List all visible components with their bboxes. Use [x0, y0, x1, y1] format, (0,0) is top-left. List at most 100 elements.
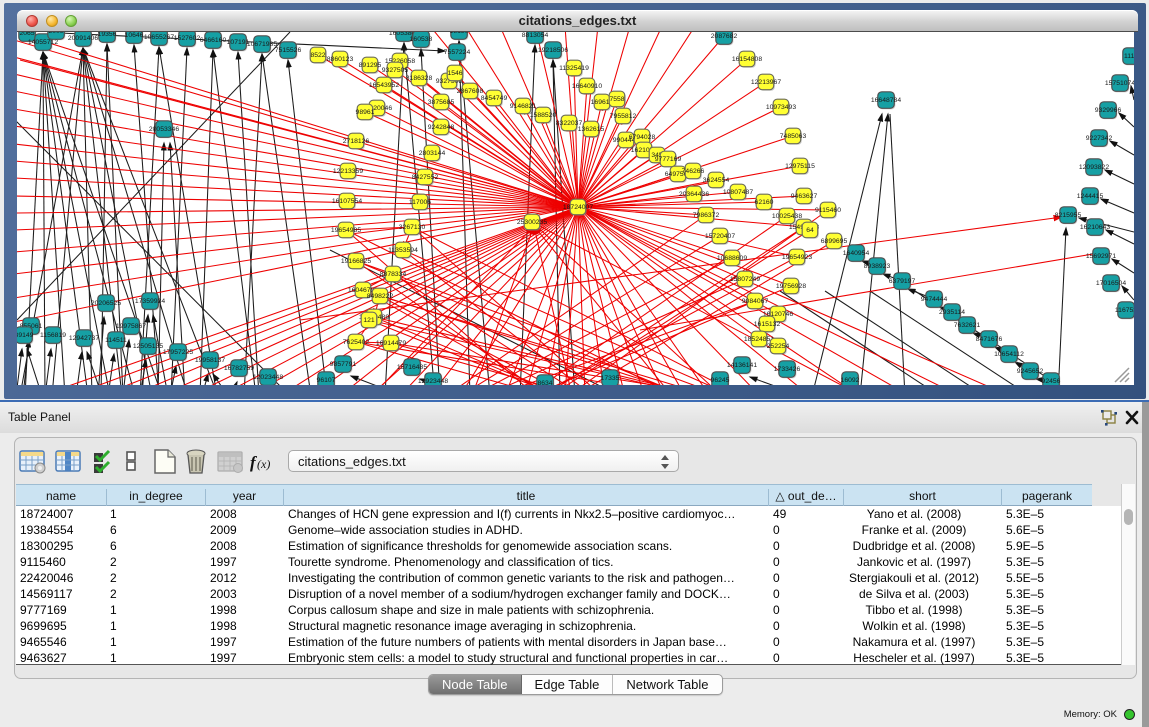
svg-text:10671985: 10671985: [247, 41, 277, 48]
svg-text:20091406: 20091406: [68, 35, 98, 42]
svg-text:20206525: 20206525: [91, 300, 121, 307]
svg-text:8938923: 8938923: [864, 263, 891, 270]
svg-text:18130: 18130: [450, 32, 469, 35]
svg-text:19958137: 19958137: [195, 357, 225, 364]
svg-text:19654923: 19654923: [782, 254, 812, 261]
svg-text:16648784: 16648784: [871, 97, 901, 104]
svg-text:8427552: 8427552: [412, 174, 439, 181]
svg-text:16782759: 16782759: [224, 365, 254, 372]
svg-text:62160: 62160: [755, 199, 774, 206]
svg-text:16914479: 16914479: [376, 340, 406, 347]
svg-text:2009: 2009: [48, 32, 63, 35]
svg-text:10025438: 10025438: [772, 213, 802, 220]
svg-text:3875685: 3875685: [428, 99, 455, 106]
svg-text:16543952: 16543952: [369, 82, 399, 89]
svg-text:19654985: 19654985: [331, 227, 361, 234]
svg-text:15720407: 15720407: [705, 233, 735, 240]
svg-text:1362615: 1362615: [578, 126, 605, 133]
svg-text:746266: 746266: [682, 168, 705, 175]
svg-text:1615132: 1615132: [754, 321, 781, 328]
svg-text:20364436: 20364436: [679, 191, 709, 198]
svg-text:15692971: 15692971: [1086, 253, 1116, 260]
svg-text:1733426: 1733426: [774, 366, 801, 373]
svg-text:9084067: 9084067: [742, 298, 769, 305]
svg-text:64: 64: [806, 227, 814, 234]
svg-text:7485063: 7485063: [780, 133, 807, 140]
svg-text:7986372: 7986372: [693, 212, 720, 219]
svg-text:(x): (x): [257, 457, 270, 471]
svg-text:891295: 891295: [359, 62, 382, 69]
svg-text:17359924: 17359924: [135, 298, 165, 305]
svg-text:15716485: 15716485: [397, 364, 427, 371]
svg-text:7558: 7558: [609, 96, 624, 103]
svg-text:7557224: 7557224: [444, 49, 471, 56]
svg-text:14136141: 14136141: [727, 362, 757, 369]
svg-text:1244415: 1244415: [1077, 193, 1104, 200]
svg-text:10807487: 10807487: [723, 189, 753, 196]
svg-text:9329966: 9329966: [1095, 107, 1122, 114]
svg-text:16107554: 16107554: [332, 198, 362, 205]
svg-text:11353594: 11353594: [388, 247, 418, 254]
svg-text:9227342: 9227342: [1086, 135, 1113, 142]
svg-text:12213359: 12213359: [333, 168, 363, 175]
svg-text:25300235: 25300235: [517, 219, 547, 226]
svg-text:10654112: 10654112: [994, 351, 1024, 358]
svg-text:19166825: 19166825: [341, 258, 371, 265]
svg-text:9327505: 9327505: [382, 67, 409, 74]
svg-text:12942737: 12942737: [69, 335, 99, 342]
svg-text:19218506: 19218506: [538, 47, 568, 54]
svg-text:9857791: 9857791: [330, 361, 357, 368]
svg-text:92456: 92456: [1042, 378, 1061, 385]
svg-text:1112: 1112: [1124, 53, 1134, 60]
svg-text:15807249: 15807249: [730, 276, 760, 283]
svg-text:121: 121: [363, 317, 375, 324]
svg-text:2867608: 2867608: [457, 88, 484, 95]
svg-text:6466160: 6466160: [200, 37, 227, 44]
svg-text:9115460: 9115460: [815, 207, 841, 214]
svg-text:9245652: 9245652: [1017, 368, 1044, 375]
svg-text:12093822: 12093822: [1079, 164, 1109, 171]
svg-text:2803144: 2803144: [419, 150, 446, 157]
svg-text:1588520: 1588520: [530, 112, 557, 119]
svg-text:17335: 17335: [601, 375, 620, 382]
svg-text:96245: 96245: [711, 377, 730, 384]
svg-text:10973493: 10973493: [766, 104, 796, 111]
svg-text:8878334: 8878334: [380, 271, 407, 278]
svg-text:8860123: 8860123: [327, 56, 354, 63]
svg-text:39149: 39149: [17, 332, 34, 339]
svg-text:7955812: 7955812: [610, 113, 637, 120]
svg-text:1156819: 1156819: [40, 332, 66, 339]
svg-text:1640954: 1640954: [843, 250, 870, 257]
svg-text:7632621: 7632621: [954, 322, 981, 329]
svg-text:12975115: 12975115: [785, 163, 815, 170]
svg-text:19756928: 19756928: [776, 283, 806, 290]
svg-text:8634: 8634: [537, 380, 552, 385]
svg-text:96107: 96107: [317, 377, 336, 384]
svg-text:17957225: 17957225: [163, 349, 193, 356]
svg-text:20053346: 20053346: [149, 126, 179, 133]
svg-text:9777169: 9777169: [655, 156, 682, 163]
svg-text:10646: 10646: [125, 32, 144, 39]
svg-text:10688609: 10688609: [717, 255, 747, 262]
svg-text:8186328: 8186328: [406, 75, 433, 82]
svg-text:2087682: 2087682: [711, 33, 738, 40]
svg-text:11325419: 11325419: [559, 65, 589, 72]
svg-text:18724007: 18724007: [563, 204, 593, 211]
svg-text:12023448: 12023448: [253, 374, 283, 381]
svg-text:16210643: 16210643: [1080, 224, 1110, 231]
svg-text:114511: 114511: [105, 337, 127, 344]
svg-text:12505135: 12505135: [133, 343, 163, 350]
svg-text:7515526: 7515526: [275, 47, 302, 54]
svg-text:9463627: 9463627: [791, 193, 818, 200]
svg-text:16154808: 16154808: [732, 56, 762, 63]
svg-text:117006: 117006: [409, 199, 431, 206]
svg-text:3624554: 3624554: [703, 177, 730, 184]
svg-text:116753: 116753: [1115, 307, 1134, 314]
svg-text:19975867: 19975867: [116, 323, 146, 330]
svg-text:9146821: 9146821: [510, 103, 537, 110]
svg-text:9474444: 9474444: [921, 296, 948, 303]
svg-text:2718126: 2718126: [343, 138, 370, 145]
svg-text:6379197: 6379197: [889, 278, 916, 285]
svg-text:252254: 252254: [767, 343, 790, 350]
svg-text:15751074: 15751074: [1105, 80, 1134, 87]
